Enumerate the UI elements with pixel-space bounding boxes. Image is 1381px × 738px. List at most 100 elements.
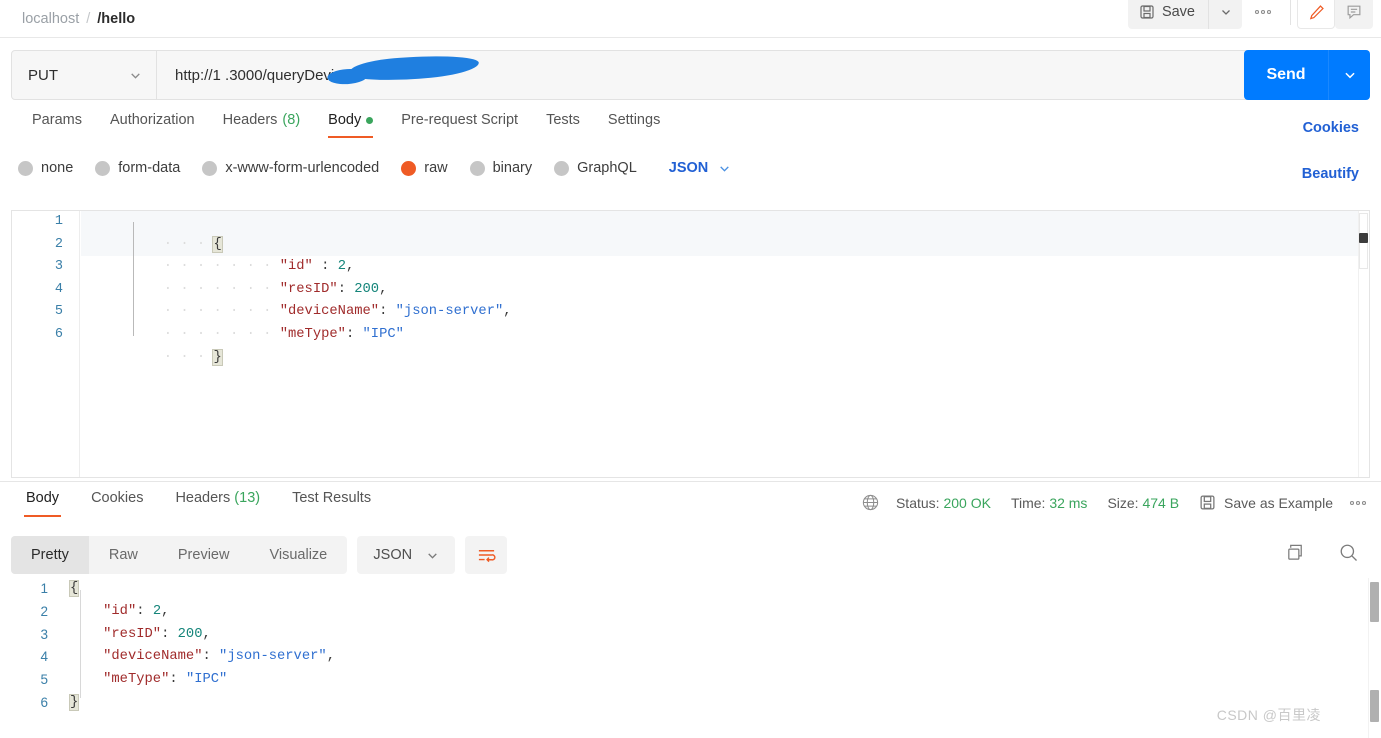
response-scrollbar[interactable] (1368, 578, 1381, 738)
body-type-label: x-www-form-urlencoded (225, 160, 380, 176)
code-line: "meType": "IPC" (70, 669, 335, 692)
response-tabs: Body Cookies Headers (13) Test Results (0, 490, 387, 517)
tab-pre-request-script[interactable]: Pre-request Script (387, 112, 532, 138)
response-mode-preview[interactable]: Preview (158, 536, 250, 574)
json-value: "json-server" (219, 649, 327, 665)
json-comma: , (161, 603, 170, 619)
line-number: 4 (40, 649, 48, 665)
response-body-viewer[interactable]: 1 2 3 4 5 6 { "id": 2, "resID": 200, "de… (0, 578, 1381, 738)
response-mode-raw[interactable]: Raw (89, 536, 158, 574)
chevron-down-icon (1343, 68, 1357, 82)
line-number: 3 (40, 626, 48, 642)
body-type-raw[interactable]: raw (401, 160, 448, 176)
search-icon (1338, 542, 1359, 563)
close-brace: } (212, 348, 223, 366)
url-row: PUT http://1 .3000/queryDevice/2 Send (11, 50, 1370, 100)
url-redaction-mark (348, 53, 480, 83)
http-method-value: PUT (28, 66, 58, 84)
body-type-none[interactable]: none (18, 160, 73, 176)
chevron-down-icon (1220, 6, 1232, 18)
response-tab-test-results[interactable]: Test Results (276, 490, 387, 517)
globe-icon[interactable] (861, 493, 880, 512)
request-more-button[interactable] (1242, 0, 1284, 29)
body-type-urlencoded[interactable]: x-www-form-urlencoded (202, 160, 379, 176)
response-more-button[interactable] (1349, 500, 1367, 506)
whitespace-dots: · · · · · · · (163, 304, 280, 320)
tab-authorization[interactable]: Authorization (96, 112, 209, 138)
tab-label: Body (328, 112, 362, 128)
line-number: 5 (40, 672, 48, 688)
line-number: 4 (54, 281, 63, 297)
response-tab-headers[interactable]: Headers (13) (159, 490, 276, 517)
edit-request-button[interactable] (1297, 0, 1335, 29)
json-comma: , (326, 649, 335, 665)
response-tab-body[interactable]: Body (10, 490, 75, 517)
response-format-select[interactable]: JSON (357, 536, 456, 574)
word-wrap-button[interactable] (465, 536, 508, 574)
request-editor-gutter: 1 2 3 4 5 6 (12, 211, 80, 477)
tab-body[interactable]: Body (314, 112, 387, 138)
json-key: "meType" (279, 326, 346, 342)
cookies-link[interactable]: Cookies (1303, 120, 1359, 136)
response-mode-pretty[interactable]: Pretty (11, 536, 89, 574)
response-gutter: 1 2 3 4 5 6 (0, 578, 64, 738)
response-view-modes: Pretty Raw Preview Visualize (11, 536, 348, 574)
request-editor-scrollbar[interactable] (1358, 211, 1369, 477)
body-type-graphql[interactable]: GraphQL (554, 160, 637, 176)
tab-tests[interactable]: Tests (532, 112, 594, 138)
tab-label: Body (26, 490, 60, 506)
send-button[interactable]: Send (1244, 50, 1328, 100)
time-value: 32 ms (1049, 494, 1088, 511)
tab-params[interactable]: Params (18, 112, 96, 138)
body-type-form-data[interactable]: form-data (95, 160, 180, 176)
response-tab-cookies[interactable]: Cookies (75, 490, 159, 517)
search-button[interactable] (1338, 542, 1359, 563)
request-tabs: Params Authorization Headers (8) Body Pr… (0, 112, 1381, 148)
comments-button[interactable] (1335, 0, 1373, 29)
body-type-binary[interactable]: binary (469, 160, 532, 176)
tab-settings[interactable]: Settings (594, 112, 674, 138)
status-label: Status: (895, 494, 940, 511)
copy-button[interactable] (1285, 542, 1306, 563)
request-body-code[interactable]: · · · { · · · · · · · "id" : 2, · · · · … (81, 211, 1369, 366)
breadcrumb-request-name[interactable]: /hello (97, 11, 135, 27)
response-status-bar: Status: 200 OK Time: 32 ms Size: 474 B S… (861, 493, 1367, 512)
url-input[interactable]: http://1 .3000/queryDevice/2 (157, 50, 1370, 100)
whitespace-dots: · · · (163, 349, 214, 365)
response-divider (0, 481, 1381, 482)
scrollbar-thumb[interactable] (1370, 582, 1379, 622)
save-icon (1139, 4, 1155, 20)
json-colon: : (169, 672, 186, 688)
json-comma: , (503, 304, 512, 320)
breadcrumb-collection[interactable]: localhost (22, 11, 79, 27)
copy-icon (1285, 542, 1306, 563)
json-colon: : (136, 603, 153, 619)
scrollbar-thumb[interactable] (1359, 233, 1368, 243)
json-key: "resID" (103, 626, 162, 642)
scrollbar-thumb-secondary[interactable] (1370, 690, 1379, 722)
size-value: 474 B (1142, 494, 1180, 511)
body-type-label: GraphQL (577, 160, 637, 176)
breadcrumb: localhost / /hello (0, 11, 135, 27)
whitespace-dots: · · · · · · · (163, 326, 280, 342)
line-number: 2 (40, 603, 48, 619)
send-options-button[interactable] (1328, 50, 1370, 100)
code-line: · · · { (81, 211, 1369, 253)
beautify-link[interactable]: Beautify (1302, 166, 1359, 182)
save-button[interactable]: Save (1127, 0, 1208, 29)
body-format-select[interactable]: JSON (669, 160, 732, 176)
request-body-editor[interactable]: 1 2 3 4 5 6 · · · { · · · · · · · "id" :… (11, 210, 1370, 478)
radio-icon (554, 160, 570, 176)
close-brace: } (68, 693, 80, 711)
line-number: 1 (40, 581, 48, 596)
json-colon: : (345, 326, 363, 342)
send-group: Send (1244, 50, 1370, 100)
tab-headers[interactable]: Headers (8) (209, 112, 315, 138)
json-colon: : (337, 281, 355, 297)
chevron-down-icon (129, 69, 142, 82)
save-as-example-button[interactable]: Save as Example (1199, 494, 1333, 511)
save-options-button[interactable] (1208, 0, 1242, 29)
http-method-select[interactable]: PUT (11, 50, 157, 100)
save-icon (1199, 494, 1216, 511)
response-mode-visualize[interactable]: Visualize (249, 536, 347, 574)
